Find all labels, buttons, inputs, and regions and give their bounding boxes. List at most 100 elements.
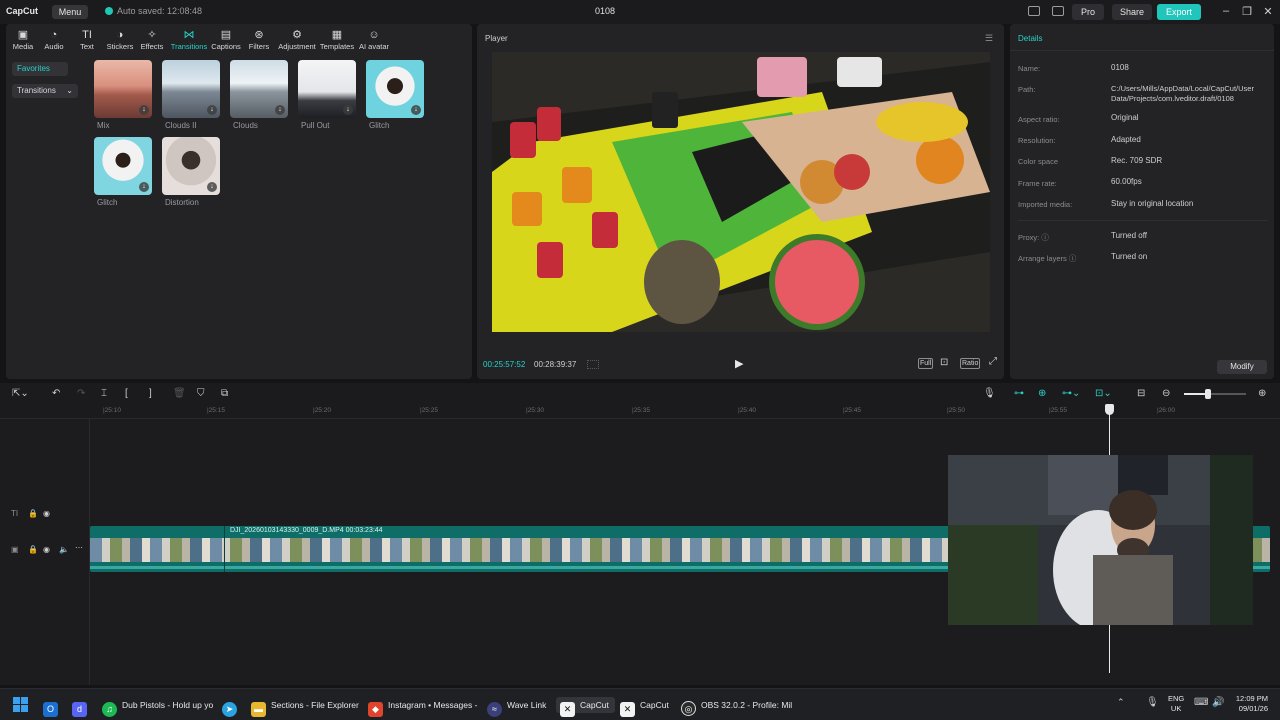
taskbar-item-capcut-active[interactable]: ✕ CapCut (556, 697, 615, 717)
timecode-grid-icon[interactable] (587, 360, 599, 369)
taskbar-item-instagram[interactable]: ◆ Instagram • Messages - (368, 697, 477, 717)
lock-icon[interactable]: 🔒 (28, 509, 38, 518)
transition-thumb-mix[interactable]: ↓ (94, 60, 152, 118)
taskbar-item-explorer[interactable]: ▬ Sections - File Explorer (251, 697, 359, 717)
volume-icon[interactable]: 🔈 (59, 545, 69, 554)
tab-stickers[interactable]: ◑ Stickers (103, 29, 137, 51)
shortcuts-icon[interactable] (1052, 6, 1064, 16)
transitions-dropdown-label: Transitions (17, 86, 56, 95)
play-button[interactable]: ▶ (735, 357, 743, 370)
tab-adjustment[interactable]: ⚙ Adjustment (277, 29, 317, 51)
tab-audio[interactable]: ◔ Audio (37, 29, 71, 51)
export-button[interactable]: Export (1157, 4, 1201, 20)
adjustment-icon: ⚙ (292, 29, 302, 41)
info-icon: ⓘ (1068, 254, 1077, 263)
title-bar: CapCut Menu Auto saved: 12:08:48 0108 Pr… (0, 0, 1280, 24)
ruler-tick: |25:15 (207, 407, 225, 414)
tab-effects[interactable]: ✧ Effects (135, 29, 169, 51)
select-tool-icon[interactable]: ⇱⌄ (12, 388, 29, 399)
magnet-icon[interactable]: ⊕ (1038, 388, 1046, 399)
redo-icon[interactable]: ↷ (77, 388, 85, 399)
delete-icon[interactable]: 🗑 (173, 388, 186, 399)
network-icon[interactable]: ⌨ (1194, 697, 1208, 708)
crop-icon[interactable]: ⧉ (221, 388, 228, 399)
eye-icon[interactable]: ◉ (43, 545, 50, 554)
tab-captions[interactable]: ▤ Captions (209, 29, 243, 51)
detail-key-layers: Arrange layers ⓘ (1018, 253, 1076, 264)
player-menu-icon[interactable]: ☰ (985, 33, 993, 44)
transition-thumb-glitch-2[interactable]: ↓ (94, 137, 152, 195)
zoom-in-icon[interactable]: ⊕ (1258, 388, 1266, 399)
tab-media[interactable]: ▣ Media (6, 29, 40, 51)
tab-filters[interactable]: ⊛ Filters (242, 29, 276, 51)
layers-label: Arrange layers (1018, 254, 1067, 263)
date-text: 09/01/26 (1238, 704, 1268, 713)
preview-axis-icon[interactable]: ⊡⌄ (1095, 388, 1112, 399)
eye-icon[interactable]: ◉ (43, 509, 50, 518)
capcut-icon: ✕ (620, 702, 635, 717)
download-icon: ↓ (343, 105, 353, 115)
modify-button[interactable]: Modify (1217, 360, 1267, 374)
transition-thumb-pull-out[interactable]: ↓ (298, 60, 356, 118)
layout-icon[interactable] (1028, 6, 1040, 16)
detail-key-framerate: Frame rate: (1018, 179, 1057, 188)
minimize-icon[interactable]: – (1219, 5, 1233, 17)
close-icon[interactable]: ✕ (1261, 5, 1275, 18)
full-quality-button[interactable]: Full (918, 358, 934, 369)
tab-text[interactable]: TI Text (70, 29, 104, 51)
maximize-icon[interactable]: ❐ (1240, 5, 1254, 18)
trim-left-icon[interactable]: [ (125, 388, 128, 399)
trim-right-icon[interactable]: ] (149, 388, 152, 399)
discord-icon[interactable]: d (72, 697, 92, 717)
transition-thumb-glitch[interactable]: ↓ (366, 60, 424, 118)
windows-start-icon[interactable] (13, 697, 29, 713)
detail-value-proxy: Turned off (1111, 231, 1148, 240)
ruler-tick: |25:45 (843, 407, 861, 414)
favorites-button[interactable]: Favorites (12, 62, 68, 76)
share-button[interactable]: Share (1112, 4, 1152, 20)
transition-thumb-distortion[interactable]: ↓ (162, 137, 220, 195)
microphone-icon[interactable]: 🎙 (983, 388, 996, 399)
clock[interactable]: 12:09 PM 09/01/26 (1232, 694, 1268, 714)
fullscreen-icon[interactable]: ⤢ (989, 356, 997, 367)
more-icon[interactable]: ⋯ (75, 543, 83, 552)
ai-avatar-icon: ☺ (368, 29, 380, 41)
marker-icon[interactable]: ⛉ (197, 388, 205, 399)
tab-transitions[interactable]: ⋈ Transitions (169, 29, 209, 51)
ratio-button[interactable]: Ratio (960, 358, 981, 369)
playhead-handle[interactable] (1105, 404, 1114, 415)
snapshot-icon[interactable]: ⊡ (940, 357, 948, 368)
split-icon[interactable]: ⌶ (101, 388, 107, 399)
taskbar-item-capcut[interactable]: ✕ CapCut (620, 697, 669, 717)
language-indicator[interactable]: ENG UK (1168, 694, 1184, 714)
transitions-dropdown[interactable]: Transitions ⌄ (12, 84, 78, 98)
volume-tray-icon[interactable]: 🔊 (1212, 697, 1224, 708)
microphone-tray-icon[interactable]: 🎙 (1146, 697, 1159, 708)
outlook-icon[interactable]: O (43, 697, 63, 717)
transition-thumb-clouds[interactable]: ↓ (230, 60, 288, 118)
detail-value-colorspace: Rec. 709 SDR (1111, 156, 1163, 165)
detail-key-proxy: Proxy: ⓘ (1018, 232, 1049, 243)
taskbar-item-obs[interactable]: ◎ OBS 32.0.2 - Profile: Mil (681, 697, 792, 716)
lock-icon[interactable]: 🔒 (28, 545, 38, 554)
link-icon[interactable]: ⊶ (1014, 388, 1024, 399)
tab-templates[interactable]: ▦ Templates (319, 29, 355, 51)
tab-label: Text (80, 42, 94, 51)
tray-chevron-icon[interactable]: ⌃ (1117, 697, 1125, 708)
timeline-toolbar: ⇱⌄ ↶ ↷ ⌶ [ ] 🗑 ⛉ ⧉ 🎙 ⊶ ⊕ ⊶⌄ ⊡⌄ ⊟ ⊖ ⊕ (0, 383, 1280, 405)
menu-button[interactable]: Menu (52, 5, 88, 19)
transition-label: Distortion (165, 198, 199, 207)
pro-button[interactable]: Pro (1072, 4, 1104, 20)
video-preview[interactable] (492, 52, 990, 332)
taskbar-item-spotify[interactable]: ♫ Dub Pistols - Hold up yo (102, 697, 213, 717)
language-text: ENG (1168, 694, 1185, 703)
zoom-slider-handle[interactable] (1205, 389, 1211, 399)
tab-ai-avatar[interactable]: ☺ AI avatar (356, 29, 392, 51)
snap-icon[interactable]: ⊶⌄ (1062, 388, 1080, 399)
undo-icon[interactable]: ↶ (52, 388, 60, 399)
zoom-out-icon[interactable]: ⊖ (1162, 388, 1170, 399)
taskbar-item-wavelink[interactable]: ≈ Wave Link (487, 697, 546, 717)
caption-track-icon[interactable]: ⊟ (1137, 388, 1145, 399)
telegram-icon[interactable]: ➤ (222, 697, 242, 717)
transition-thumb-clouds-ii[interactable]: ↓ (162, 60, 220, 118)
